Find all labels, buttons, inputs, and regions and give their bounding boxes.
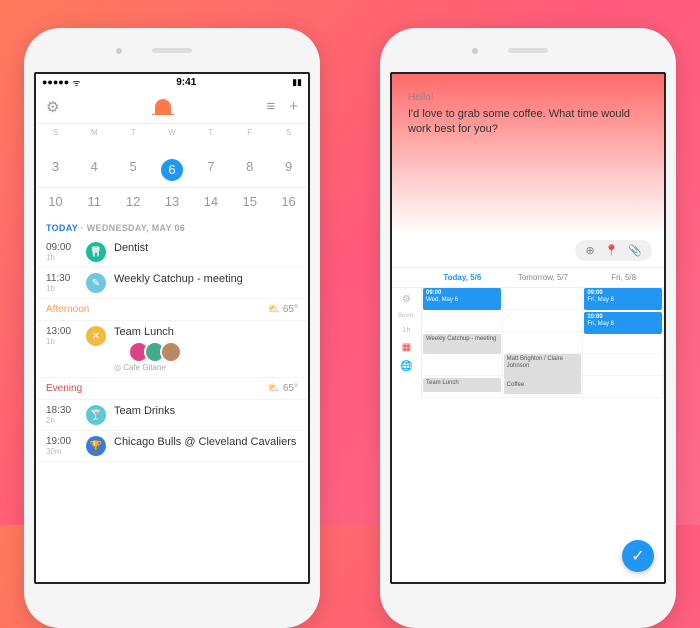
week-row-3[interactable]: 10111213141516 (36, 187, 308, 215)
settings-icon[interactable]: ⚙ (46, 98, 59, 116)
slot-team-lunch: Team Lunch (423, 378, 501, 392)
attendee-avatars (114, 341, 298, 363)
add-event-icon[interactable]: + (289, 98, 298, 115)
timeline-col-fri: 09:00Fri, May 8 10:00Fri, May 8 (583, 288, 664, 398)
event-dentist[interactable]: 09:001h 🦷 Dentist (36, 237, 308, 268)
week-row-1 (36, 141, 308, 153)
slot-weekly-catchup: Weekly Catchup - meeting (423, 334, 501, 354)
gear-icon: ⚙ (402, 294, 411, 305)
day-tabs[interactable]: Today, 5/6 Tomorrow, 5/7 Fri, 5/8 (392, 268, 664, 288)
nav-bar: ⚙ ≡ + (36, 90, 308, 124)
confirm-button[interactable]: ✓ (622, 540, 654, 572)
event-team-lunch[interactable]: 13:001h ✕ Team Lunch ◎ Cafe Gitane (36, 321, 308, 378)
slot-matt-claire: Matt Brighton / Claire Johnson (504, 354, 582, 380)
tab-today: Today, 5/6 (422, 268, 503, 287)
list-view-icon[interactable]: ≡ (266, 98, 275, 115)
slot-fri-10: 10:00Fri, May 8 (584, 312, 662, 334)
tab-tomorrow: Tomorrow, 5/7 (503, 268, 584, 287)
meeting-icon: ✎ (86, 273, 106, 293)
weather-icon: ⛅ (268, 383, 280, 394)
avatar (160, 341, 182, 363)
section-evening: Evening ⛅ 65° (36, 378, 308, 400)
status-time: 9:41 (176, 77, 196, 88)
day-3: 3 (36, 153, 75, 187)
slot-coffee: Coffee (504, 380, 582, 394)
signal-icon: ●●●●● (42, 77, 69, 87)
status-bar: ●●●●●ᯤ 9:41 ▮▮ (36, 74, 308, 90)
timeline-col-tomorrow: Matt Brighton / Claire Johnson Coffee (503, 288, 584, 398)
day-8: 8 (230, 153, 269, 187)
drinks-icon: 🍸 (86, 405, 106, 425)
slot-wed-9: 09:00Wed, May 6 (423, 288, 501, 310)
tab-friday: Fri, 5/8 (583, 268, 664, 287)
battery-icon: ▮▮ (292, 77, 302, 88)
event-weekly-catchup[interactable]: 11:301h ✎ Weekly Catchup - meeting (36, 268, 308, 299)
screen-right: Hello! I'd love to grab some coffee. Wha… (390, 72, 666, 584)
day-6-selected: 6 (153, 153, 192, 187)
phone-left: ●●●●●ᯤ 9:41 ▮▮ ⚙ ≡ + SMTWTFS 3 4 5 6 7 8… (24, 28, 320, 628)
timeline-grid[interactable]: ⚙ Buvet. 1h ▦ 🌐 09:00Wed, May 6 Weekly C… (392, 288, 664, 398)
slot-fri-9: 09:00Fri, May 8 (584, 288, 662, 310)
wifi-icon: ᯤ (72, 76, 80, 89)
day-9: 9 (269, 153, 308, 187)
week-row-2[interactable]: 3 4 5 6 7 8 9 (36, 153, 308, 187)
lunch-icon: ✕ (86, 326, 106, 346)
phone-right: Hello! I'd love to grab some coffee. Wha… (380, 28, 676, 628)
sunrise-logo-icon[interactable] (155, 99, 171, 115)
keyboard-toolbar: ⊕ 📍 📎 (392, 234, 664, 268)
event-bulls-cavs[interactable]: 19:0030m 🏆 Chicago Bulls @ Cleveland Cav… (36, 431, 308, 462)
weekday-labels: SMTWTFS (36, 124, 308, 141)
attachment-icon[interactable]: 📎 (628, 244, 642, 257)
tooth-icon: 🦷 (86, 242, 106, 262)
trophy-icon: 🏆 (86, 436, 106, 456)
calendar-insert-icon[interactable]: ⊕ (585, 244, 594, 257)
timeline-col-today: 09:00Wed, May 6 Weekly Catchup - meeting… (422, 288, 503, 398)
calendar-icon: ▦ (402, 342, 411, 353)
globe-icon: 🌐 (400, 361, 412, 372)
location-insert-icon[interactable]: 📍 (605, 244, 619, 257)
day-4: 4 (75, 153, 114, 187)
message-preview: Hello! I'd love to grab some coffee. Wha… (392, 74, 664, 234)
day-5: 5 (114, 153, 153, 187)
event-list[interactable]: 09:001h 🦷 Dentist 11:301h ✎ Weekly Catch… (36, 237, 308, 582)
section-afternoon: Afternoon ⛅ 65° (36, 299, 308, 321)
day-7: 7 (191, 153, 230, 187)
weather-icon: ⛅ (268, 304, 280, 315)
event-team-drinks[interactable]: 18:302h 🍸 Team Drinks (36, 400, 308, 431)
timeline-sidebar: ⚙ Buvet. 1h ▦ 🌐 (392, 288, 422, 398)
today-header: TODAY · WEDNESDAY, MAY 06 (36, 215, 308, 237)
screen-left: ●●●●●ᯤ 9:41 ▮▮ ⚙ ≡ + SMTWTFS 3 4 5 6 7 8… (34, 72, 310, 584)
